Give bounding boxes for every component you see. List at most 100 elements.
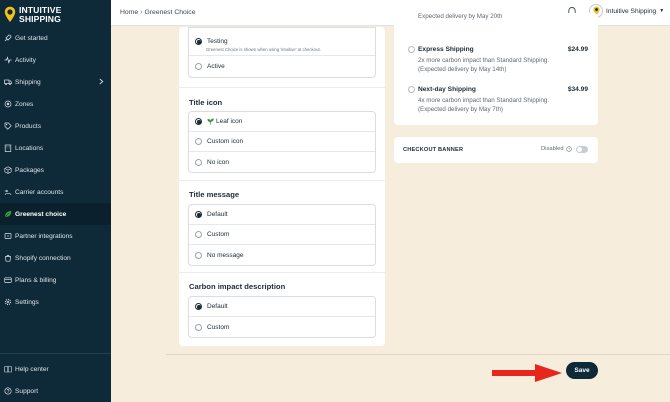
save-button[interactable]: Save bbox=[566, 362, 598, 379]
rate-carbon-text: 2x more carbon impact than Standard Ship… bbox=[418, 57, 550, 64]
rate-description: 2x more carbon impact than Standard Ship… bbox=[418, 57, 593, 74]
chevron-right-icon bbox=[99, 78, 104, 85]
status-text: Disabled bbox=[541, 146, 564, 152]
sidebar-item-label: Help center bbox=[15, 365, 49, 373]
activity-icon bbox=[4, 56, 12, 64]
sidebar-item-shipping[interactable]: Shipping bbox=[0, 71, 111, 93]
option-default-description[interactable]: Default bbox=[189, 297, 375, 317]
rate-delivery-text: (Expected delivery by May 14th) bbox=[418, 65, 507, 73]
brand-logo[interactable]: INTUITIVE SHIPPING bbox=[4, 3, 108, 26]
sidebar-item-label: Plans & billing bbox=[15, 276, 57, 284]
sidebar-item-help-center[interactable]: Help center bbox=[0, 358, 111, 380]
sidebar-item-get-started[interactable]: Get started bbox=[0, 27, 111, 49]
brand-name: INTUITIVE SHIPPING bbox=[19, 5, 61, 24]
title-message-heading: Title message bbox=[189, 190, 240, 199]
option-custom-icon[interactable]: Custom icon bbox=[189, 132, 375, 152]
option-label: Testing bbox=[207, 38, 228, 45]
carbon-description-heading: Carbon impact description bbox=[189, 282, 286, 291]
profile-menu[interactable]: Intuitive Shipping ▼ bbox=[589, 4, 664, 18]
rate-name: Next-day Shipping bbox=[418, 86, 476, 93]
option-no-icon[interactable]: No icon bbox=[189, 152, 375, 172]
title-icon-heading: Title icon bbox=[189, 98, 223, 107]
sidebar-item-label: Support bbox=[15, 387, 39, 395]
option-label: No message bbox=[207, 251, 244, 259]
sidebar-item-label: Locations bbox=[15, 144, 44, 152]
checkout-preview-card: Expected delivery by May 20th Express Sh… bbox=[394, 13, 598, 125]
rate-carbon-text: 4x more carbon impact than Standard Ship… bbox=[418, 97, 550, 104]
option-note: Greenest Choice is shown when using 'int… bbox=[206, 47, 321, 52]
preview-top-text: Expected delivery by May 20th bbox=[418, 13, 503, 20]
radio-selected[interactable] bbox=[195, 118, 202, 125]
sidebar-item-plans-billing[interactable]: Plans & billing bbox=[0, 269, 111, 291]
sidebar-item-label: Products bbox=[15, 122, 42, 130]
sidebar-item-products[interactable]: Products bbox=[0, 115, 111, 137]
sidebar-item-shopify-connection[interactable]: Shopify connection bbox=[0, 247, 111, 269]
sidebar-item-label: Greenest choice bbox=[15, 210, 67, 218]
sidebar-item-zones[interactable]: Zones bbox=[0, 93, 111, 115]
rate-price: $24.99 bbox=[567, 46, 588, 53]
sidebar-item-activity[interactable]: Activity bbox=[0, 49, 111, 71]
radio-unselected[interactable] bbox=[195, 231, 202, 238]
checkout-banner-title: CHECKOUT BANNER bbox=[403, 147, 464, 153]
sidebar-bottom-nav: Help center Support bbox=[0, 358, 111, 402]
radio-unselected[interactable] bbox=[195, 158, 202, 166]
option-active[interactable]: Active bbox=[189, 56, 375, 77]
option-label: Custom icon bbox=[207, 138, 244, 145]
option-label: No icon bbox=[207, 158, 230, 166]
breadcrumb: Home › Greenest Choice bbox=[120, 9, 196, 16]
plug-icon bbox=[4, 232, 12, 240]
location-pin-icon bbox=[4, 6, 16, 22]
radio-unselected[interactable] bbox=[195, 63, 202, 70]
info-icon[interactable] bbox=[565, 146, 572, 152]
breadcrumb-home[interactable]: Home bbox=[120, 9, 138, 16]
radio-selected[interactable] bbox=[195, 38, 202, 45]
tag-icon bbox=[4, 122, 12, 130]
option-label: Default bbox=[207, 303, 228, 310]
rate-price: $34.99 bbox=[567, 86, 588, 93]
option-label: Custom bbox=[207, 231, 230, 238]
sidebar-item-greenest-choice[interactable]: Greenest choice bbox=[0, 203, 111, 225]
sidebar-item-label: Shipping bbox=[15, 78, 41, 86]
radio-unselected[interactable] bbox=[195, 138, 202, 145]
checkout-banner-toggle[interactable] bbox=[576, 146, 588, 153]
option-custom-description[interactable]: Custom bbox=[189, 317, 375, 337]
shopify-icon bbox=[4, 254, 12, 262]
sidebar-item-label: Packages bbox=[15, 166, 44, 174]
rate-description: 4x more carbon impact than Standard Ship… bbox=[418, 97, 593, 114]
title-message-options: Default Custom No message bbox=[188, 204, 376, 266]
radio-unselected[interactable] bbox=[195, 323, 202, 331]
caret-down-icon: ▼ bbox=[659, 8, 665, 14]
breadcrumb-separator-icon: › bbox=[140, 9, 143, 16]
breadcrumb-current: Greenest Choice bbox=[144, 9, 196, 16]
radio-selected[interactable] bbox=[195, 211, 202, 218]
sidebar-item-label: Zones bbox=[15, 100, 34, 108]
sidebar-item-locations[interactable]: Locations bbox=[0, 137, 111, 159]
option-default-message[interactable]: Default bbox=[189, 205, 375, 225]
sidebar-item-label: Partner integrations bbox=[15, 232, 73, 240]
radio-unselected bbox=[408, 46, 415, 53]
red-arrow-annotation bbox=[492, 364, 562, 382]
option-leaf-icon[interactable]: Leaf icon bbox=[189, 112, 375, 132]
box-icon bbox=[4, 166, 12, 174]
sidebar-item-label: Activity bbox=[15, 56, 36, 64]
zone-icon bbox=[4, 100, 12, 108]
sidebar-item-carrier-accounts[interactable]: Carrier accounts bbox=[0, 181, 111, 203]
radio-selected[interactable] bbox=[195, 303, 202, 310]
card-icon bbox=[4, 276, 12, 284]
option-testing[interactable]: Testing Greenest Choice is shown when us… bbox=[189, 28, 375, 56]
sidebar-item-partner-integrations[interactable]: Partner integrations bbox=[0, 225, 111, 247]
carbon-description-options: Default Custom bbox=[188, 296, 376, 338]
option-no-message[interactable]: No message bbox=[189, 245, 375, 265]
sidebar-item-support[interactable]: Support bbox=[0, 380, 111, 402]
option-custom-message[interactable]: Custom bbox=[189, 225, 375, 245]
sidebar-item-label: Shopify connection bbox=[15, 254, 71, 262]
help-icon bbox=[4, 387, 12, 395]
sprout-icon bbox=[207, 118, 214, 125]
footer-divider bbox=[166, 354, 670, 355]
sidebar-item-packages[interactable]: Packages bbox=[0, 159, 111, 181]
radio-unselected[interactable] bbox=[195, 251, 202, 259]
sidebar-divider bbox=[0, 353, 111, 354]
sidebar-item-settings[interactable]: Settings bbox=[0, 291, 111, 313]
truck-icon bbox=[4, 78, 12, 86]
section-divider bbox=[179, 180, 385, 181]
